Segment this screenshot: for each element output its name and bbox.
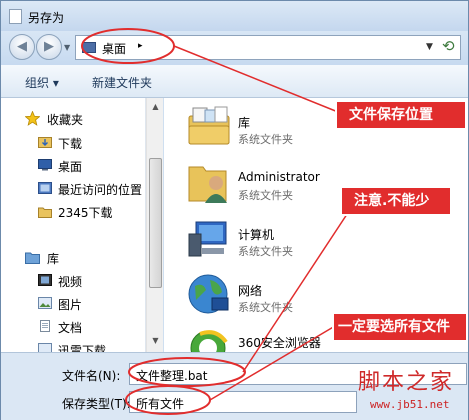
file-name[interactable]: Administrator: [238, 170, 320, 184]
file-type: 系统文件夹: [238, 189, 293, 202]
file-type: 系统文件夹: [238, 133, 293, 146]
filetype-label: 保存类型(T):: [62, 397, 131, 411]
back-arrow-icon: ◀: [17, 39, 27, 54]
new-folder-button[interactable]: 新建文件夹: [92, 74, 152, 91]
watermark-logo: 脚本之家: [358, 370, 455, 395]
address-dropdown-icon[interactable]: ▼: [426, 42, 433, 52]
site-watermark: 脚本之家 www.jb51.net: [358, 364, 468, 418]
sidebar-scrollbar[interactable]: ▲ ▼: [146, 98, 163, 352]
filename-label: 文件名(N):: [62, 369, 121, 383]
forward-button[interactable]: ▶: [36, 34, 62, 60]
refresh-icon[interactable]: ⟲: [442, 37, 455, 55]
recent-pages-dropdown-icon[interactable]: ▼: [64, 43, 70, 52]
scroll-thumb[interactable]: [149, 158, 162, 288]
video-icon: [38, 274, 52, 286]
document-icon: [40, 320, 50, 332]
navigation-pane: 收藏夹 下载 桌面 最近访问的位置 2345下载 库 视频 图片 文档 迅雷下载: [1, 98, 146, 352]
star-icon: [25, 111, 40, 126]
organize-button[interactable]: 组织 ▾: [25, 74, 59, 91]
library-icon: [25, 252, 40, 264]
title-bar: 另存为: [1, 1, 468, 31]
document-icon: [9, 9, 22, 24]
address-bar[interactable]: 桌面 ▸ ▼ ⟲: [75, 35, 461, 60]
scroll-down-icon[interactable]: ▼: [149, 334, 162, 348]
sidebar-item-downloads[interactable]: 下载: [58, 135, 82, 152]
sidebar-item-2345[interactable]: 2345下载: [58, 204, 113, 221]
desktop-icon: [82, 42, 96, 53]
callout-attention: 注意.不能少: [340, 186, 452, 216]
file-name[interactable]: 360安全浏览器: [238, 334, 321, 351]
desktop-icon: [38, 159, 52, 171]
address-text[interactable]: 桌面: [102, 40, 126, 57]
sidebar-item-thunder[interactable]: 迅雷下载: [58, 342, 106, 352]
computer-icon: [188, 221, 227, 257]
file-name[interactable]: 网络: [238, 282, 262, 299]
sidebar-item-pictures[interactable]: 图片: [58, 296, 82, 313]
sidebar-favorites[interactable]: 收藏夹: [47, 111, 83, 128]
scroll-up-icon[interactable]: ▲: [149, 100, 162, 114]
file-name[interactable]: 库: [238, 114, 250, 131]
recent-places-icon: [38, 182, 52, 194]
sidebar-item-desktop[interactable]: 桌面: [58, 158, 82, 175]
sidebar-library[interactable]: 库: [47, 250, 59, 267]
watermark-url: www.jb51.net: [370, 398, 450, 411]
filetype-value[interactable]: 所有文件: [136, 395, 184, 412]
back-button[interactable]: ◀: [9, 34, 35, 60]
sidebar-item-recent[interactable]: 最近访问的位置: [58, 181, 142, 198]
file-type: 系统文件夹: [238, 245, 293, 258]
folder-icon: [38, 207, 52, 218]
file-type: 系统文件夹: [238, 301, 293, 314]
file-name[interactable]: 计算机: [238, 226, 274, 243]
callout-select-all-files: 一定要选所有文件: [332, 312, 468, 342]
window-title: 另存为: [28, 11, 65, 25]
address-arrow[interactable]: ▸: [138, 41, 143, 51]
user-icon: [188, 166, 227, 203]
thunder-download-icon: [38, 343, 52, 352]
filetype-select[interactable]: 所有文件: [129, 391, 357, 413]
browser-icon: [190, 330, 228, 352]
navigation-bar: ◀ ▶ ▼ 桌面 ▸ ▼ ⟲: [1, 31, 468, 65]
toolbar: 组织 ▾ 新建文件夹: [1, 65, 468, 98]
filename-value[interactable]: 文件整理.bat: [136, 367, 208, 384]
forward-arrow-icon: ▶: [44, 39, 54, 54]
library-icon: [188, 106, 230, 145]
sidebar-item-videos[interactable]: 视频: [58, 273, 82, 290]
sidebar-item-documents[interactable]: 文档: [58, 319, 82, 336]
picture-icon: [38, 297, 52, 309]
network-icon: [188, 274, 229, 314]
callout-save-location: 文件保存位置: [335, 100, 467, 130]
download-folder-icon: [38, 137, 52, 148]
